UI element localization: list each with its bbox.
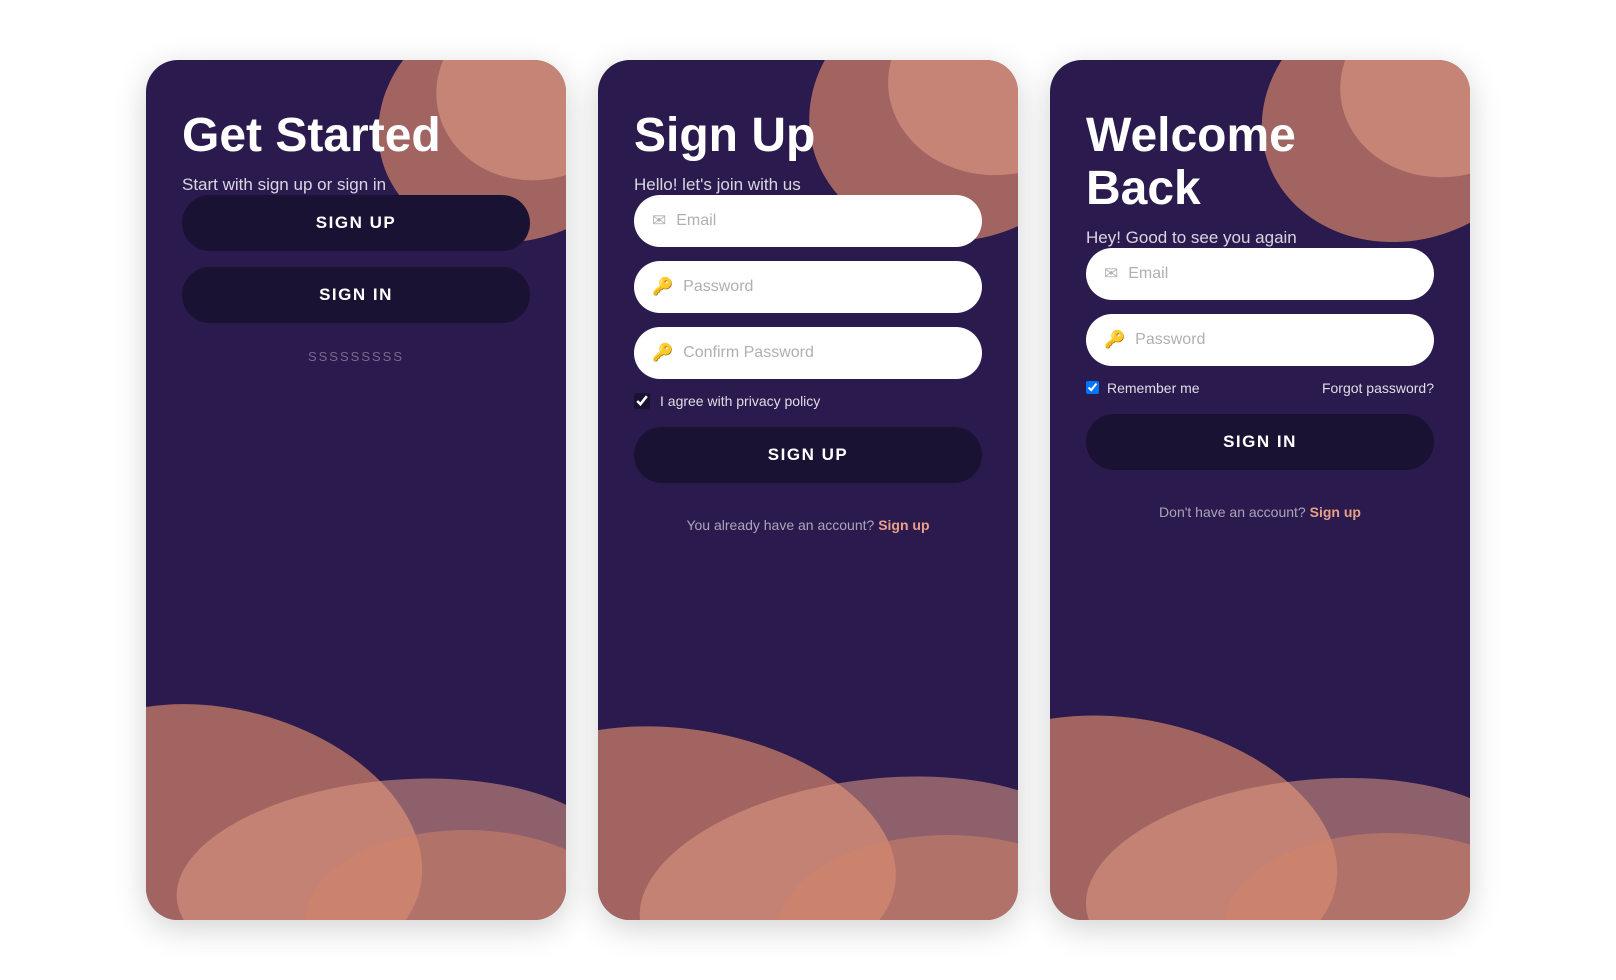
remember-left: Remember me (1086, 380, 1200, 396)
get-started-signup-button[interactable]: SIGN UP (182, 195, 530, 251)
signin-email-input-group: ✉ (1086, 248, 1434, 300)
password-icon: 🔑 (652, 277, 673, 297)
signin-footer: Don't have an account? Sign up (1086, 504, 1434, 520)
remember-row: Remember me Forgot password? (1086, 380, 1434, 396)
signin-button[interactable]: SIGN IN (1086, 414, 1434, 470)
signup-footer-link[interactable]: Sign up (878, 517, 929, 533)
signin-password-input[interactable] (1135, 331, 1416, 349)
email-input-group: ✉ (634, 195, 982, 247)
forgot-password-link[interactable]: Forgot password? (1322, 380, 1434, 396)
privacy-policy-label: I agree with privacy policy (660, 393, 820, 409)
signin-email-icon: ✉ (1104, 264, 1118, 284)
signup-button[interactable]: SIGN UP (634, 427, 982, 483)
remember-me-checkbox[interactable] (1086, 381, 1099, 394)
privacy-policy-row: I agree with privacy policy (634, 393, 982, 409)
get-started-card: Get Started Start with sign up or sign i… (146, 60, 566, 920)
signin-footer-link[interactable]: Sign up (1310, 504, 1361, 520)
signin-email-input[interactable] (1128, 265, 1416, 283)
welcome-back-subtitle: Hey! Good to see you again (1086, 228, 1434, 248)
get-started-title: Get Started (182, 110, 530, 163)
confirm-password-icon: 🔑 (652, 343, 673, 363)
signin-password-input-group: 🔑 (1086, 314, 1434, 366)
signin-password-icon: 🔑 (1104, 330, 1125, 350)
get-started-signin-button[interactable]: SIGN IN (182, 267, 530, 323)
welcome-back-title: Welcome Back (1086, 110, 1434, 216)
email-icon: ✉ (652, 211, 666, 231)
confirm-password-input-group: 🔑 (634, 327, 982, 379)
signup-subtitle: Hello! let's join with us (634, 175, 982, 195)
signup-title: Sign Up (634, 110, 982, 163)
watermark: SSSSSSSSS (182, 349, 530, 364)
get-started-subtitle: Start with sign up or sign in (182, 175, 530, 195)
welcome-back-card: Welcome Back Hey! Good to see you again … (1050, 60, 1470, 920)
remember-me-label: Remember me (1107, 380, 1200, 396)
signup-footer: You already have an account? Sign up (634, 517, 982, 533)
signin-footer-text: Don't have an account? (1159, 504, 1306, 520)
privacy-policy-checkbox[interactable] (634, 393, 650, 409)
sign-up-card: Sign Up Hello! let's join with us ✉ 🔑 🔑 … (598, 60, 1018, 920)
confirm-password-input[interactable] (683, 344, 964, 362)
email-input[interactable] (676, 212, 964, 230)
signup-footer-text: You already have an account? (686, 517, 874, 533)
password-input-group: 🔑 (634, 261, 982, 313)
password-input[interactable] (683, 278, 964, 296)
